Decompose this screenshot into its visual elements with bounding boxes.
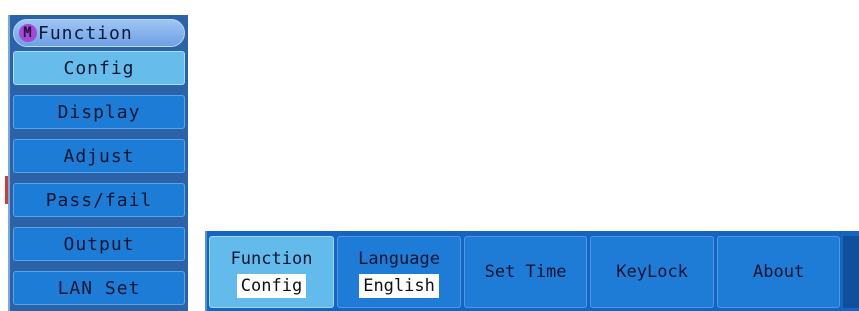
softkey-keylock-title: KeyLock (616, 262, 688, 282)
softkey-language[interactable]: Language English (337, 236, 462, 308)
menu-header: M Function (13, 19, 185, 47)
menu-item-adjust[interactable]: Adjust (13, 139, 185, 173)
menu-item-display[interactable]: Display (13, 95, 185, 129)
m-badge-icon: M (19, 24, 37, 42)
menu-header-title: Function (38, 22, 133, 44)
softkey-set-time[interactable]: Set Time (464, 236, 588, 308)
softkey-language-value: English (359, 273, 439, 298)
soft-key-bar: Function Config Language English Set Tim… (205, 231, 859, 311)
menu-item-config[interactable]: Config (13, 51, 185, 85)
menu-item-output[interactable]: Output (13, 227, 185, 261)
softkey-function-value: Config (236, 273, 307, 298)
softkey-language-title: Language (358, 248, 440, 269)
softkey-function-title: Function (230, 248, 313, 269)
softkey-function[interactable]: Function Config (209, 236, 335, 308)
menu-item-lan-set[interactable]: LAN Set (13, 271, 185, 305)
softkey-about[interactable]: About (717, 236, 841, 308)
softkey-keylock[interactable]: KeyLock (590, 236, 715, 308)
softkey-bar-tail (843, 236, 859, 308)
menu-item-pass-fail[interactable]: Pass/fail (13, 183, 185, 217)
softkey-set-time-title: Set Time (484, 262, 567, 282)
softkey-about-title: About (753, 262, 805, 282)
function-side-menu: M Function Config Display Adjust Pass/fa… (8, 15, 188, 311)
